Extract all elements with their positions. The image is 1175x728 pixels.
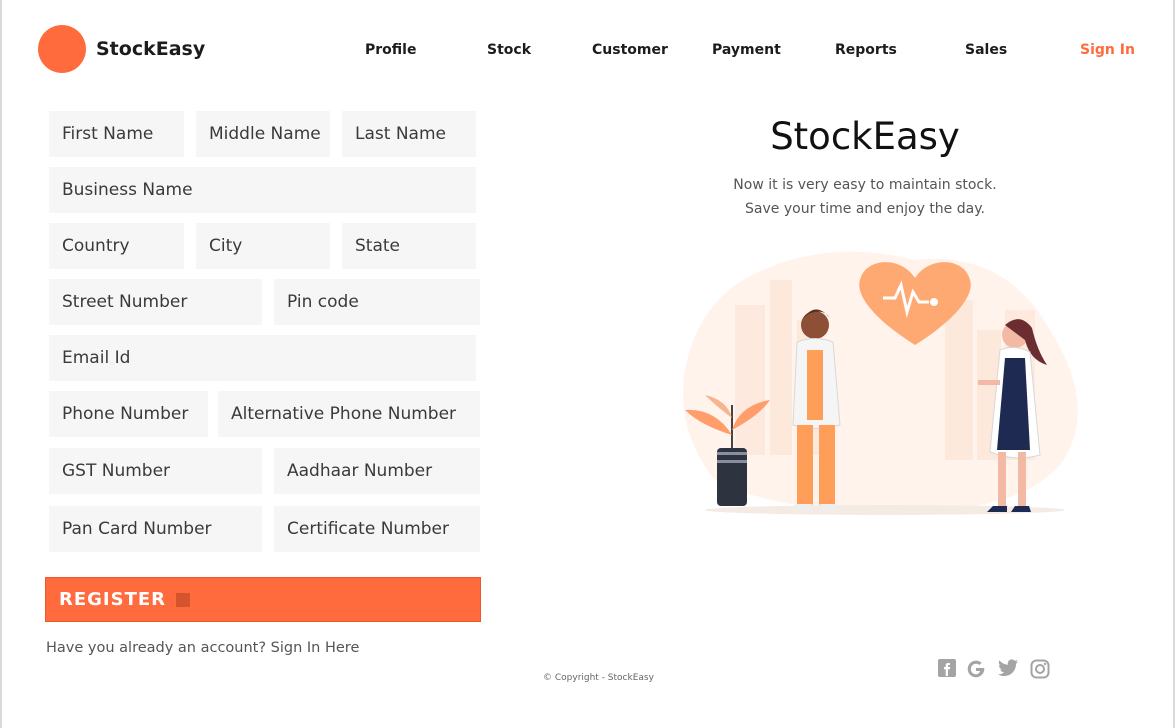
hero-title: StockEasy	[770, 115, 960, 158]
alt-phone-input[interactable]	[218, 391, 480, 437]
signin-link[interactable]: Have you already an account? Sign In Her…	[46, 640, 359, 656]
nav-signin[interactable]: Sign In	[1080, 42, 1135, 58]
register-button[interactable]: REGISTER	[45, 577, 481, 622]
logo[interactable]	[38, 25, 86, 73]
hero-subtitle-line1: Now it is very easy to maintain stock.	[733, 177, 997, 193]
nav-sales[interactable]: Sales	[965, 42, 1007, 58]
last-name-input[interactable]	[342, 111, 476, 157]
country-input[interactable]	[49, 223, 184, 269]
aadhaar-input[interactable]	[274, 448, 480, 494]
instagram-icon[interactable]	[1030, 659, 1050, 684]
first-name-input[interactable]	[49, 111, 184, 157]
nav-payment[interactable]: Payment	[712, 42, 781, 58]
hero-subtitle-line2: Save your time and enjoy the day.	[745, 201, 985, 217]
city-input[interactable]	[196, 223, 330, 269]
phone-input[interactable]	[49, 391, 208, 437]
google-icon[interactable]	[966, 659, 986, 684]
pan-card-input[interactable]	[49, 506, 262, 552]
brand-name[interactable]: StockEasy	[96, 38, 205, 60]
business-name-input[interactable]	[49, 167, 476, 213]
street-number-input[interactable]	[49, 279, 262, 325]
state-input[interactable]	[342, 223, 476, 269]
nav-customer[interactable]: Customer	[592, 42, 668, 58]
middle-name-input[interactable]	[196, 111, 330, 157]
gst-input[interactable]	[49, 448, 262, 494]
register-label: REGISTER	[59, 589, 167, 610]
nav-reports[interactable]: Reports	[835, 42, 897, 58]
facebook-icon[interactable]	[938, 659, 956, 682]
nav-profile[interactable]: Profile	[365, 42, 416, 58]
register-mark	[176, 592, 191, 607]
email-input[interactable]	[49, 335, 476, 381]
twitter-icon[interactable]	[998, 659, 1018, 682]
nav-stock[interactable]: Stock	[487, 42, 531, 58]
copyright: © Copyright - StockEasy	[543, 673, 654, 683]
doctors-illustration	[683, 251, 1078, 515]
pin-code-input[interactable]	[274, 279, 480, 325]
certificate-input[interactable]	[274, 506, 480, 552]
